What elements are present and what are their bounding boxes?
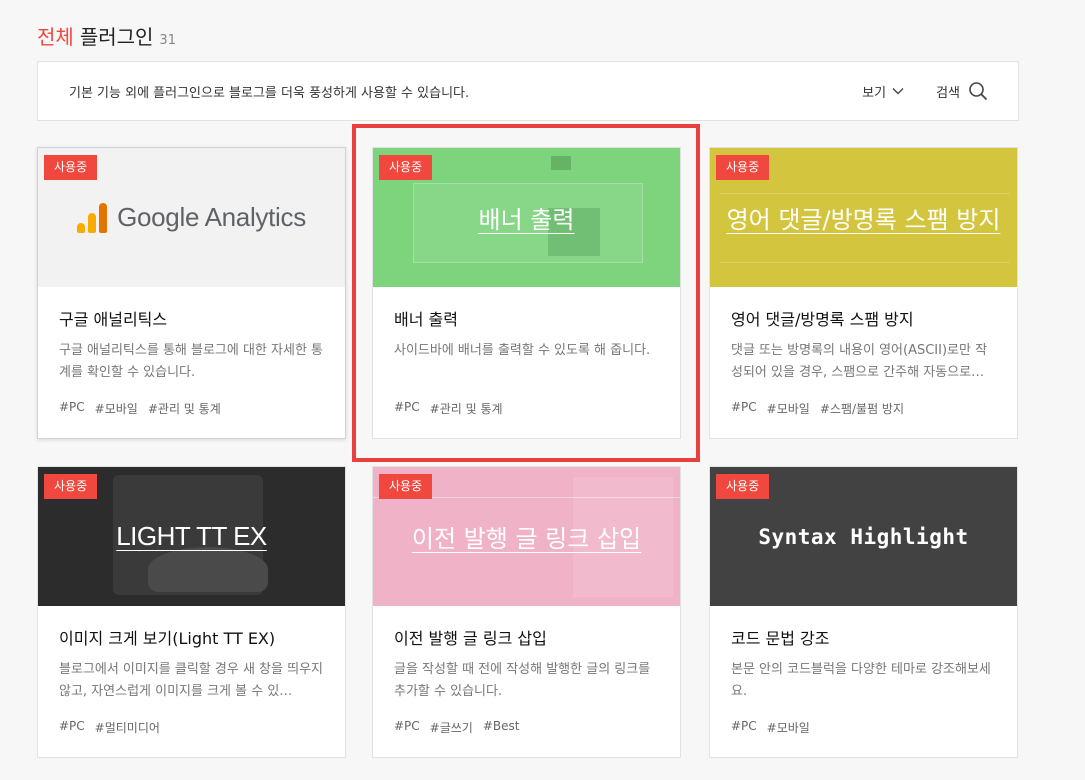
tag: #Best: [482, 719, 520, 733]
view-dropdown[interactable]: 보기: [862, 82, 904, 101]
plugin-card-syntax-highlight[interactable]: 사용중 Syntax Highlight 코드 문법 강조 본문 안의 코드블럭…: [709, 466, 1018, 758]
tag: #PC: [394, 719, 420, 733]
in-use-badge: 사용중: [716, 474, 770, 499]
search-button[interactable]: 검색: [936, 81, 988, 101]
plugin-title: 배너 출력: [394, 310, 458, 329]
plugin-thumbnail: 사용중 배너 출력: [373, 148, 680, 287]
view-label: 보기: [862, 85, 887, 101]
logo-text: Google Analytics: [117, 202, 306, 232]
plugin-thumbnail: 사용중 Google Analytics: [38, 148, 345, 287]
info-bar: 기본 기능 외에 플러그인으로 블로그를 더욱 풍성하게 사용할 수 있습니다.…: [37, 61, 1019, 121]
plugin-card-light-tt-ex[interactable]: 사용중 LIGHT TT EX 이미지 크게 보기(Light TT EX) 블…: [37, 466, 346, 758]
plugin-description: 사이드바에 배너를 출력할 수 있도록 해 줍니다.: [394, 343, 651, 358]
plugin-title: 영어 댓글/방명록 스팸 방지: [731, 310, 914, 329]
in-use-badge: 사용중: [716, 155, 770, 180]
plugin-card-spam-filter[interactable]: 사용중 영어 댓글/방명록 스팸 방지 영어 댓글/방명록 스팸 방지 댓글 또…: [709, 147, 1018, 439]
plugin-tags: #PC #멀티미디어: [59, 719, 324, 736]
search-label: 검색: [936, 85, 960, 101]
tag: #관리 및 통계: [429, 402, 503, 416]
plugin-description: 구글 애널리틱스를 통해 블로그에 대한 자세한 통계를 확인할 수 있습니다.: [59, 343, 323, 380]
plugin-title: 코드 문법 강조: [731, 629, 830, 648]
tag: #스팸/불펌 방지: [819, 402, 905, 416]
page-title-text: 플러그인: [79, 25, 154, 49]
plugin-title: 이전 발행 글 링크 삽입: [394, 629, 547, 648]
plugin-description: 댓글 또는 방명록의 내용이 영어(ASCII)로만 작성되어 있을 경우, 스…: [731, 343, 988, 380]
plugin-count: 31: [159, 33, 176, 48]
plugin-tags: #PC #모바일 #관리 및 통계: [59, 400, 324, 417]
tag: #모바일: [766, 721, 810, 735]
plugin-tags: #PC #모바일 #스팸/불펌 방지: [731, 400, 996, 417]
tag: #PC: [59, 400, 85, 414]
plugin-title: 구글 애널리틱스: [59, 310, 168, 329]
chevron-down-icon: [892, 88, 904, 95]
tag: #PC: [59, 719, 85, 733]
plugin-description: 블로그에서 이미지를 클릭할 경우 새 창을 띄우지 않고, 자연스럽게 이미지…: [59, 662, 323, 699]
plugin-tags: #PC #모바일: [731, 719, 996, 736]
tag: #모바일: [94, 402, 138, 416]
tag: #PC: [731, 400, 757, 414]
tag: #멀티미디어: [94, 721, 160, 735]
in-use-badge: 사용중: [44, 155, 98, 180]
plugin-tags: #PC #글쓰기 #Best: [394, 719, 659, 736]
tag: #글쓰기: [429, 721, 473, 735]
tag: #PC: [731, 719, 757, 733]
plugin-description: 글을 작성할 때 전에 작성해 발행한 글의 링크를 추가할 수 있습니다.: [394, 662, 651, 699]
tag: #관리 및 통계: [147, 402, 221, 416]
plugin-card-previous-post-link[interactable]: 사용중 이전 발행 글 링크 삽입 이전 발행 글 링크 삽입 글을 작성할 때…: [372, 466, 681, 758]
search-icon: [969, 82, 988, 101]
in-use-badge: 사용중: [379, 155, 433, 180]
tag: #모바일: [766, 402, 810, 416]
plugin-thumbnail: 사용중 영어 댓글/방명록 스팸 방지: [710, 148, 1017, 287]
tag: #PC: [394, 400, 420, 414]
plugin-thumbnail: 사용중 Syntax Highlight: [710, 467, 1017, 606]
in-use-badge: 사용중: [379, 474, 433, 499]
info-description: 기본 기능 외에 플러그인으로 블로그를 더욱 풍성하게 사용할 수 있습니다.: [69, 85, 470, 101]
plugin-title: 이미지 크게 보기(Light TT EX): [59, 629, 276, 648]
analytics-bars-icon: [77, 202, 108, 233]
in-use-badge: 사용중: [44, 474, 98, 499]
plugin-thumbnail: 사용중 이전 발행 글 링크 삽입: [373, 467, 680, 606]
page-title-accent: 전체: [37, 25, 74, 49]
page-title: 전체 플러그인 31: [37, 24, 176, 54]
plugin-thumbnail: 사용중 LIGHT TT EX: [38, 467, 345, 606]
plugin-card-banner[interactable]: 사용중 배너 출력 배너 출력 사이드바에 배너를 출력할 수 있도록 해 줍니…: [372, 147, 681, 439]
plugin-description: 본문 안의 코드블럭을 다양한 테마로 강조해보세요.: [731, 662, 991, 699]
plugin-tags: #PC #관리 및 통계: [394, 400, 659, 417]
plugin-card-google-analytics[interactable]: 사용중 Google Analytics 구글 애널리틱스 구글 애널리틱스를 …: [37, 147, 346, 439]
